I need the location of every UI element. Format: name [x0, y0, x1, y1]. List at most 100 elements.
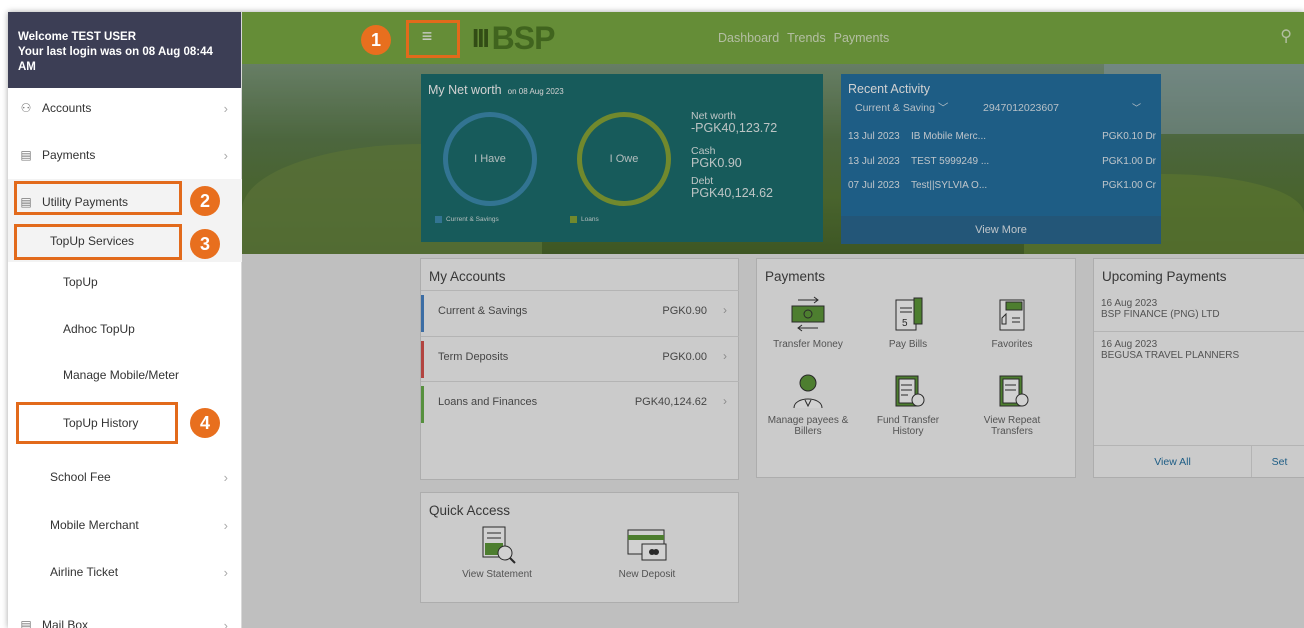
- activity-amount: PGK1.00 Cr: [1102, 180, 1156, 191]
- view-statement-shortcut[interactable]: View Statement: [449, 523, 545, 580]
- top-nav: Dashboard Trends Payments: [718, 31, 889, 45]
- activity-name: Test||SYLVIA O...: [911, 180, 988, 191]
- chevron-right-icon: ›: [223, 147, 228, 163]
- upcoming-date: 16 Aug 2023: [1101, 339, 1158, 350]
- activity-row[interactable]: 13 Jul 2023 IB Mobile Merc... PGK0.10 Dr: [848, 131, 1156, 142]
- legend-current-savings: Current & Savings: [435, 216, 499, 223]
- i-have-label: I Have: [474, 153, 506, 165]
- sidebar-item-label: School Fee: [50, 470, 111, 484]
- shortcut-label: View Statement: [462, 569, 532, 580]
- legend-swatch: [570, 216, 577, 223]
- mailbox-icon: ▤: [20, 618, 32, 628]
- nav-payments[interactable]: Payments: [834, 31, 890, 45]
- sidebar-item-label: Airline Ticket: [50, 565, 119, 579]
- sidebar-item-manage-mobile-meter[interactable]: Manage Mobile/Meter: [8, 352, 242, 398]
- chevron-right-icon: ›: [223, 517, 228, 533]
- callout-badge-4: 4: [190, 408, 220, 438]
- upcoming-name: BSP FINANCE (PNG) LTD: [1101, 309, 1220, 320]
- new-deposit-shortcut[interactable]: New Deposit: [599, 523, 695, 580]
- upcoming-date: 16 Aug 2023: [1101, 298, 1158, 309]
- account-row-term-deposits[interactable]: Term Deposits PGK0.00 ›: [421, 336, 739, 381]
- account-color-bar: [421, 386, 424, 423]
- upcoming-row[interactable]: 16 Aug 2023 BSP FINANCE (PNG) LTD: [1101, 298, 1220, 320]
- activity-name: TEST 5999249 ...: [911, 156, 990, 167]
- sidebar-item-label: Adhoc TopUp: [63, 322, 135, 336]
- utility-payments-icon: ▤: [20, 195, 32, 209]
- account-number-select[interactable]: 2947012023607: [983, 102, 1059, 114]
- account-row-loans[interactable]: Loans and Finances PGK40,124.62 ›: [421, 381, 739, 426]
- payments-title: Payments: [765, 269, 826, 284]
- sidebar-item-label: Manage Mobile/Meter: [63, 368, 180, 382]
- chevron-down-icon[interactable]: ﹀: [1132, 101, 1141, 114]
- fund-transfer-history-icon: [861, 369, 955, 411]
- activity-row[interactable]: 13 Jul 2023 TEST 5999249 ... PGK1.00 Dr: [848, 156, 1156, 167]
- networth-date: on 08 Aug 2023: [507, 87, 564, 96]
- fund-transfer-history-shortcut[interactable]: Fund Transfer History: [861, 369, 955, 437]
- view-all-button[interactable]: View All: [1094, 446, 1252, 477]
- bsp-logo[interactable]: III BSP: [472, 19, 555, 57]
- account-name: Term Deposits: [438, 351, 509, 363]
- dashboard-hero: My Net worth on 08 Aug 2023 I Have I Owe …: [242, 64, 1304, 254]
- sidebar-item-airline-ticket[interactable]: Airline Ticket ›: [8, 549, 242, 595]
- account-color-bar: [421, 341, 424, 378]
- sidebar-item-label: Mobile Merchant: [50, 518, 139, 532]
- welcome-panel: Welcome TEST USER Your last login was on…: [8, 12, 241, 88]
- account-type-select[interactable]: Current & Saving ﹀: [855, 100, 948, 115]
- nav-dashboard[interactable]: Dashboard: [718, 31, 779, 45]
- view-more-button[interactable]: View More: [841, 216, 1161, 244]
- search-icon[interactable]: ⚲: [1280, 26, 1292, 46]
- upcoming-payments-title: Upcoming Payments: [1102, 269, 1227, 284]
- activity-name: IB Mobile Merc...: [911, 131, 987, 142]
- shortcut-label: Favorites: [991, 339, 1033, 350]
- manage-payees-shortcut[interactable]: Manage payees & Billers: [761, 369, 855, 437]
- activity-row[interactable]: 07 Jul 2023 Test||SYLVIA O... PGK1.00 Cr: [848, 180, 1156, 191]
- upcoming-footer: View All Set: [1094, 445, 1304, 477]
- networth-value: -PGK40,123.72: [691, 121, 778, 135]
- transfer-money-shortcut[interactable]: Transfer Money: [761, 293, 855, 350]
- shortcut-label: View Repeat Transfers: [983, 415, 1041, 437]
- nav-trends[interactable]: Trends: [787, 31, 825, 45]
- chevron-right-icon: ›: [723, 303, 727, 317]
- upcoming-name: BEGUSA TRAVEL PLANNERS: [1101, 350, 1240, 361]
- transfer-money-icon: [761, 293, 855, 335]
- i-have-ring[interactable]: I Have: [443, 112, 537, 206]
- view-repeat-transfers-shortcut[interactable]: View Repeat Transfers: [965, 369, 1059, 437]
- my-accounts-title: My Accounts: [429, 269, 506, 284]
- svg-text:5: 5: [902, 318, 908, 329]
- logo-mark: III: [472, 22, 490, 53]
- sidebar-item-payments[interactable]: ▤ Payments ›: [8, 132, 242, 178]
- activity-amount: PGK1.00 Dr: [1102, 156, 1156, 167]
- legend-swatch: [435, 216, 442, 223]
- view-statement-icon: [449, 523, 545, 565]
- account-type-value: Current & Saving: [855, 102, 935, 114]
- account-row-current-savings[interactable]: Current & Savings PGK0.90 ›: [421, 290, 739, 335]
- upcoming-row[interactable]: 16 Aug 2023 BEGUSA TRAVEL PLANNERS: [1101, 339, 1239, 361]
- i-owe-ring[interactable]: I Owe: [577, 112, 671, 206]
- sidebar-item-school-fee[interactable]: School Fee ›: [8, 454, 242, 500]
- networth-title: My Net worth on 08 Aug 2023: [428, 83, 564, 97]
- sidebar-item-label: TopUp: [63, 275, 98, 289]
- activity-date: 07 Jul 2023: [848, 180, 900, 191]
- set-button[interactable]: Set: [1252, 446, 1304, 477]
- manage-payees-icon: [761, 369, 855, 411]
- app-window: Welcome TEST USER Your last login was on…: [8, 12, 1304, 628]
- sidebar-item-topup[interactable]: TopUp: [8, 259, 242, 305]
- favorites-shortcut[interactable]: Favorites: [965, 293, 1059, 350]
- sidebar-item-accounts[interactable]: ⚇ Accounts ›: [8, 85, 242, 131]
- sidebar-item-adhoc-topup[interactable]: Adhoc TopUp: [8, 306, 242, 352]
- pay-bills-shortcut[interactable]: 5 Pay Bills: [861, 293, 955, 350]
- networth-title-text: My Net worth: [428, 83, 502, 97]
- sidebar-item-mobile-merchant[interactable]: Mobile Merchant ›: [8, 502, 242, 548]
- sidebar-item-mail-box[interactable]: ▤ Mail Box ›: [8, 602, 242, 628]
- repeat-transfers-icon: [965, 369, 1059, 411]
- accounts-icon: ⚇: [20, 101, 32, 115]
- activity-date: 13 Jul 2023: [848, 131, 900, 142]
- sidebar-item-label: Payments: [42, 148, 96, 162]
- quick-access-card: Quick Access View Statement New Deposit: [420, 492, 739, 603]
- hamburger-menu-icon[interactable]: ≡: [414, 25, 440, 47]
- callout-badge-3: 3: [190, 229, 220, 259]
- chevron-right-icon: ›: [723, 394, 727, 408]
- pay-bills-icon: 5: [861, 293, 955, 335]
- legend-loans: Loans: [570, 216, 599, 223]
- quick-access-title: Quick Access: [429, 503, 511, 518]
